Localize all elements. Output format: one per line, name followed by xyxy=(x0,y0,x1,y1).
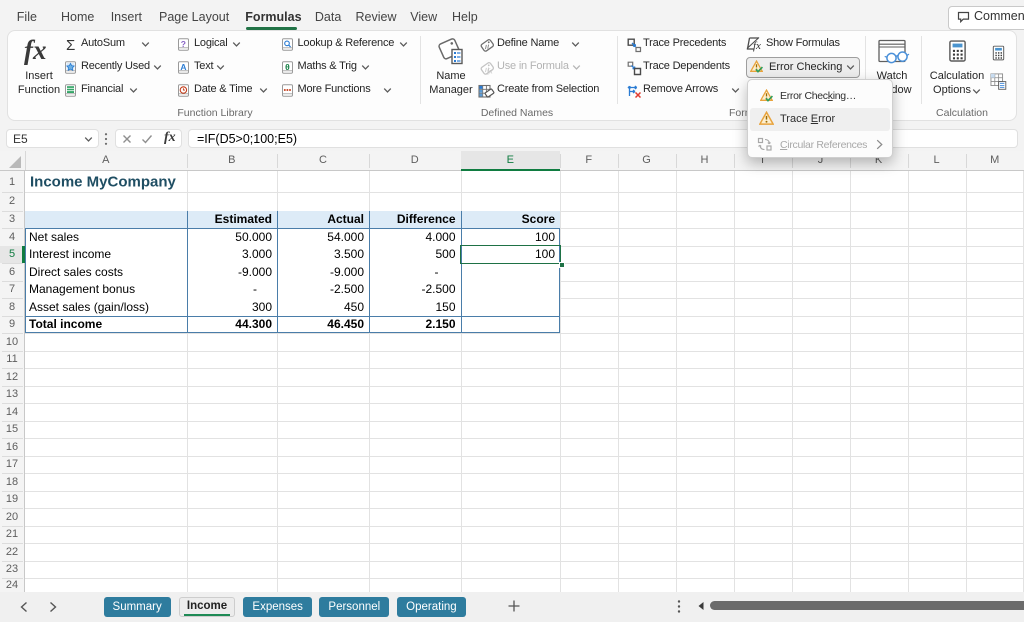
svg-text:A: A xyxy=(180,62,186,72)
svg-text:θ: θ xyxy=(285,62,290,72)
svg-text:?: ? xyxy=(181,39,186,49)
svg-text:fx: fx xyxy=(488,67,494,75)
svg-text:fx: fx xyxy=(753,40,761,52)
